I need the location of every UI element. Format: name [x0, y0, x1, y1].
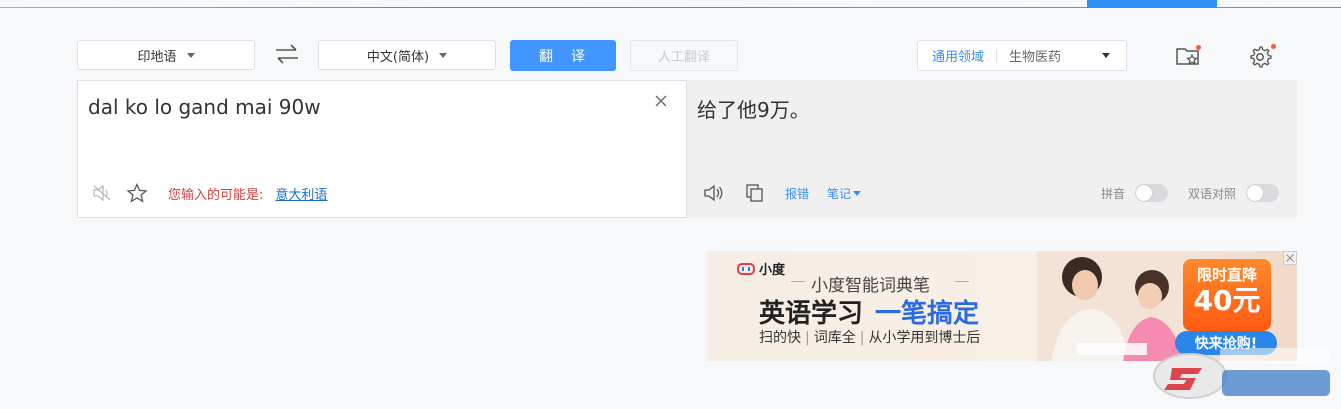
- star-icon[interactable]: [126, 183, 148, 203]
- xiaodu-logo-icon: [737, 262, 755, 275]
- ad-close-icon[interactable]: [1283, 251, 1297, 265]
- chevron-down-icon: [853, 190, 862, 196]
- domain-select[interactable]: 通用领域 生物医药: [917, 40, 1127, 71]
- translation-output: 给了他9万。: [697, 98, 810, 122]
- chevron-down-icon: [1102, 53, 1110, 58]
- domain-general-option[interactable]: 通用领域: [932, 46, 984, 65]
- domain-biomedical-option[interactable]: 生物医药: [1009, 46, 1061, 65]
- ad-brand: 小度: [737, 259, 785, 278]
- pinyin-toggle[interactable]: [1134, 184, 1168, 202]
- human-translate-button[interactable]: 人工翻译: [630, 40, 738, 71]
- divider: [996, 48, 998, 63]
- notification-dot: [1196, 45, 1201, 50]
- report-error-link[interactable]: 报错: [785, 185, 809, 202]
- detected-language-hint: 您输入的可能是:: [168, 187, 264, 203]
- copy-icon[interactable]: [745, 184, 765, 202]
- source-language-label: 印地语: [137, 49, 177, 65]
- top-accent-bar: [0, 0, 1341, 8]
- site-watermark-logo: [1153, 348, 1330, 399]
- clear-icon[interactable]: [653, 93, 669, 109]
- speaker-icon[interactable]: [703, 184, 725, 202]
- result-panel: 给了他9万。 报错 笔记 拼音 双语对照: [687, 80, 1297, 218]
- chevron-down-icon: [186, 52, 195, 58]
- ad-discount-badge: 限时直降 40元: [1183, 259, 1271, 331]
- source-text-input[interactable]: dal ko lo gand mai 90w: [88, 95, 321, 119]
- speaker-muted-icon[interactable]: [92, 184, 112, 202]
- swap-languages-icon[interactable]: [274, 42, 300, 66]
- translate-button[interactable]: 翻译: [510, 40, 616, 71]
- notification-dot: [1271, 44, 1276, 49]
- chevron-down-icon: [439, 52, 448, 58]
- source-panel: dal ko lo gand mai 90w 您输入的可能是: 意大利语: [77, 80, 687, 218]
- bilingual-label: 双语对照: [1187, 186, 1236, 201]
- ad-headline: 英语学习 一笔搞定: [759, 299, 980, 329]
- source-language-select[interactable]: 印地语: [77, 40, 255, 70]
- notes-link[interactable]: 笔记: [827, 185, 851, 202]
- ad-features: 扫的快 | 词库全 | 从小学用到博士后: [759, 330, 981, 346]
- pinyin-label: 拼音: [1100, 186, 1125, 201]
- target-language-label: 中文(简体): [366, 49, 430, 65]
- target-language-select[interactable]: 中文(简体): [318, 40, 496, 70]
- bilingual-toggle[interactable]: [1246, 184, 1279, 202]
- active-tab-indicator: [1087, 0, 1217, 8]
- detected-language-link[interactable]: 意大利语: [275, 184, 327, 203]
